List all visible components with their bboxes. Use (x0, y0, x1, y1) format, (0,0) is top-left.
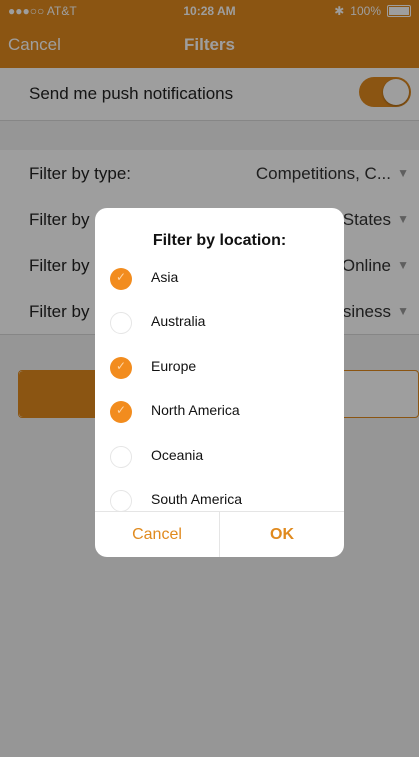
checkmark-icon: ✓ (115, 403, 127, 417)
dialog-title: Filter by location: (152, 232, 287, 249)
dialog-ok-button[interactable]: OK (220, 512, 344, 557)
unchecked-circle-icon (110, 312, 132, 334)
option-europe[interactable]: ✓ Europe (95, 346, 344, 390)
option-label: Europe (151, 358, 197, 374)
location-filter-dialog: Filter by location: ✓ Asia Australia ✓ E… (95, 208, 344, 557)
checkmark-icon: ✓ (115, 270, 127, 284)
option-oceania[interactable]: Oceania (95, 435, 344, 479)
checkmark-icon: ✓ (115, 359, 127, 373)
option-north-america[interactable]: ✓ North America (95, 390, 344, 434)
option-label: Australia (151, 313, 206, 329)
checked-circle-icon: ✓ (110, 357, 132, 379)
option-asia[interactable]: ✓ Asia (95, 257, 344, 301)
unchecked-circle-icon (110, 446, 132, 468)
unchecked-circle-icon (110, 490, 132, 512)
option-label: South America (151, 491, 243, 507)
dialog-cancel-button[interactable]: Cancel (95, 512, 220, 557)
checked-circle-icon: ✓ (110, 401, 132, 423)
option-label: Oceania (151, 447, 204, 463)
option-label: Asia (151, 269, 179, 285)
dialog-actions: Cancel OK (95, 511, 344, 557)
option-label: North America (151, 402, 240, 418)
checked-circle-icon: ✓ (110, 268, 132, 290)
option-australia[interactable]: Australia (95, 301, 344, 345)
